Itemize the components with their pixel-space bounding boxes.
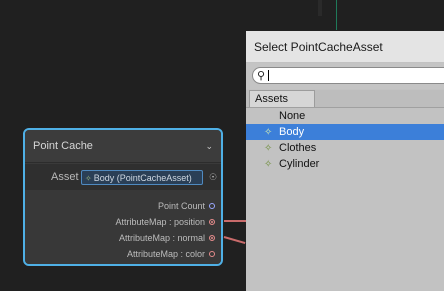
object-picker-icon[interactable]: ☉ xyxy=(209,172,217,183)
text-caret xyxy=(268,70,270,81)
edge-position xyxy=(224,220,246,222)
list-item-body[interactable]: ✧ Body xyxy=(246,124,444,140)
port-label: AttributeMap : normal xyxy=(118,233,205,243)
port-normal[interactable]: AttributeMap : normal xyxy=(119,231,215,245)
pointcache-asset-icon: ✧ xyxy=(264,158,273,170)
port-label: Point Count xyxy=(157,201,205,211)
list-item-label: Cylinder xyxy=(279,158,320,170)
asset-value: Body (PointCacheAsset) xyxy=(93,172,192,183)
list-item-clothes[interactable]: ✧ Clothes xyxy=(246,140,444,156)
pointcache-asset-icon: ✧ xyxy=(264,126,273,138)
port-connector[interactable] xyxy=(209,203,215,209)
port-label: AttributeMap : position xyxy=(115,217,205,227)
search-bar: ⚲ xyxy=(246,63,444,89)
graph-edge-fragment xyxy=(336,0,337,30)
chevron-down-icon[interactable]: ⌄ xyxy=(205,141,213,152)
port-point-count[interactable]: Point Count xyxy=(158,199,215,213)
search-icon: ⚲ xyxy=(257,70,266,82)
node-header[interactable]: Point Cache ⌄ xyxy=(25,130,221,163)
asset-list[interactable]: None ✧ Body ✧ Clothes ✧ Cylinder xyxy=(246,108,444,291)
asset-row: Asset ✧ Body (PointCacheAsset) ☉ xyxy=(25,164,221,190)
port-position[interactable]: AttributeMap : position xyxy=(115,215,215,229)
dialog-title[interactable]: Select PointCacheAsset xyxy=(246,31,444,62)
list-item-label: Body xyxy=(279,126,305,138)
asset-label: Asset xyxy=(51,171,79,183)
list-item-label: Clothes xyxy=(279,142,317,154)
graph-element-fragment xyxy=(318,0,322,16)
point-cache-node[interactable]: Point Cache ⌄ Asset ✧ Body (PointCacheAss… xyxy=(23,128,223,266)
port-label: AttributeMap : color xyxy=(126,249,205,259)
tab-bar: Assets xyxy=(246,90,444,108)
pointcache-asset-icon: ✧ xyxy=(85,173,92,183)
port-connector[interactable] xyxy=(209,235,215,241)
port-connector[interactable] xyxy=(209,251,215,257)
node-ports: Point Count AttributeMap : position Attr… xyxy=(25,190,221,264)
object-selector-dialog: Select PointCacheAsset ⚲ Assets None ✧ B… xyxy=(246,31,444,291)
search-input[interactable]: ⚲ xyxy=(252,67,444,84)
pointcache-asset-icon: ✧ xyxy=(264,142,273,154)
list-item-label: None xyxy=(279,110,306,122)
port-connector[interactable] xyxy=(209,219,215,225)
port-color[interactable]: AttributeMap : color xyxy=(127,247,215,261)
asset-object-field[interactable]: ✧ Body (PointCacheAsset) xyxy=(81,169,203,185)
tab-assets[interactable]: Assets xyxy=(249,90,315,107)
node-title: Point Cache xyxy=(33,140,93,152)
list-item-cylinder[interactable]: ✧ Cylinder xyxy=(246,156,444,172)
list-item-none[interactable]: None xyxy=(246,108,444,124)
